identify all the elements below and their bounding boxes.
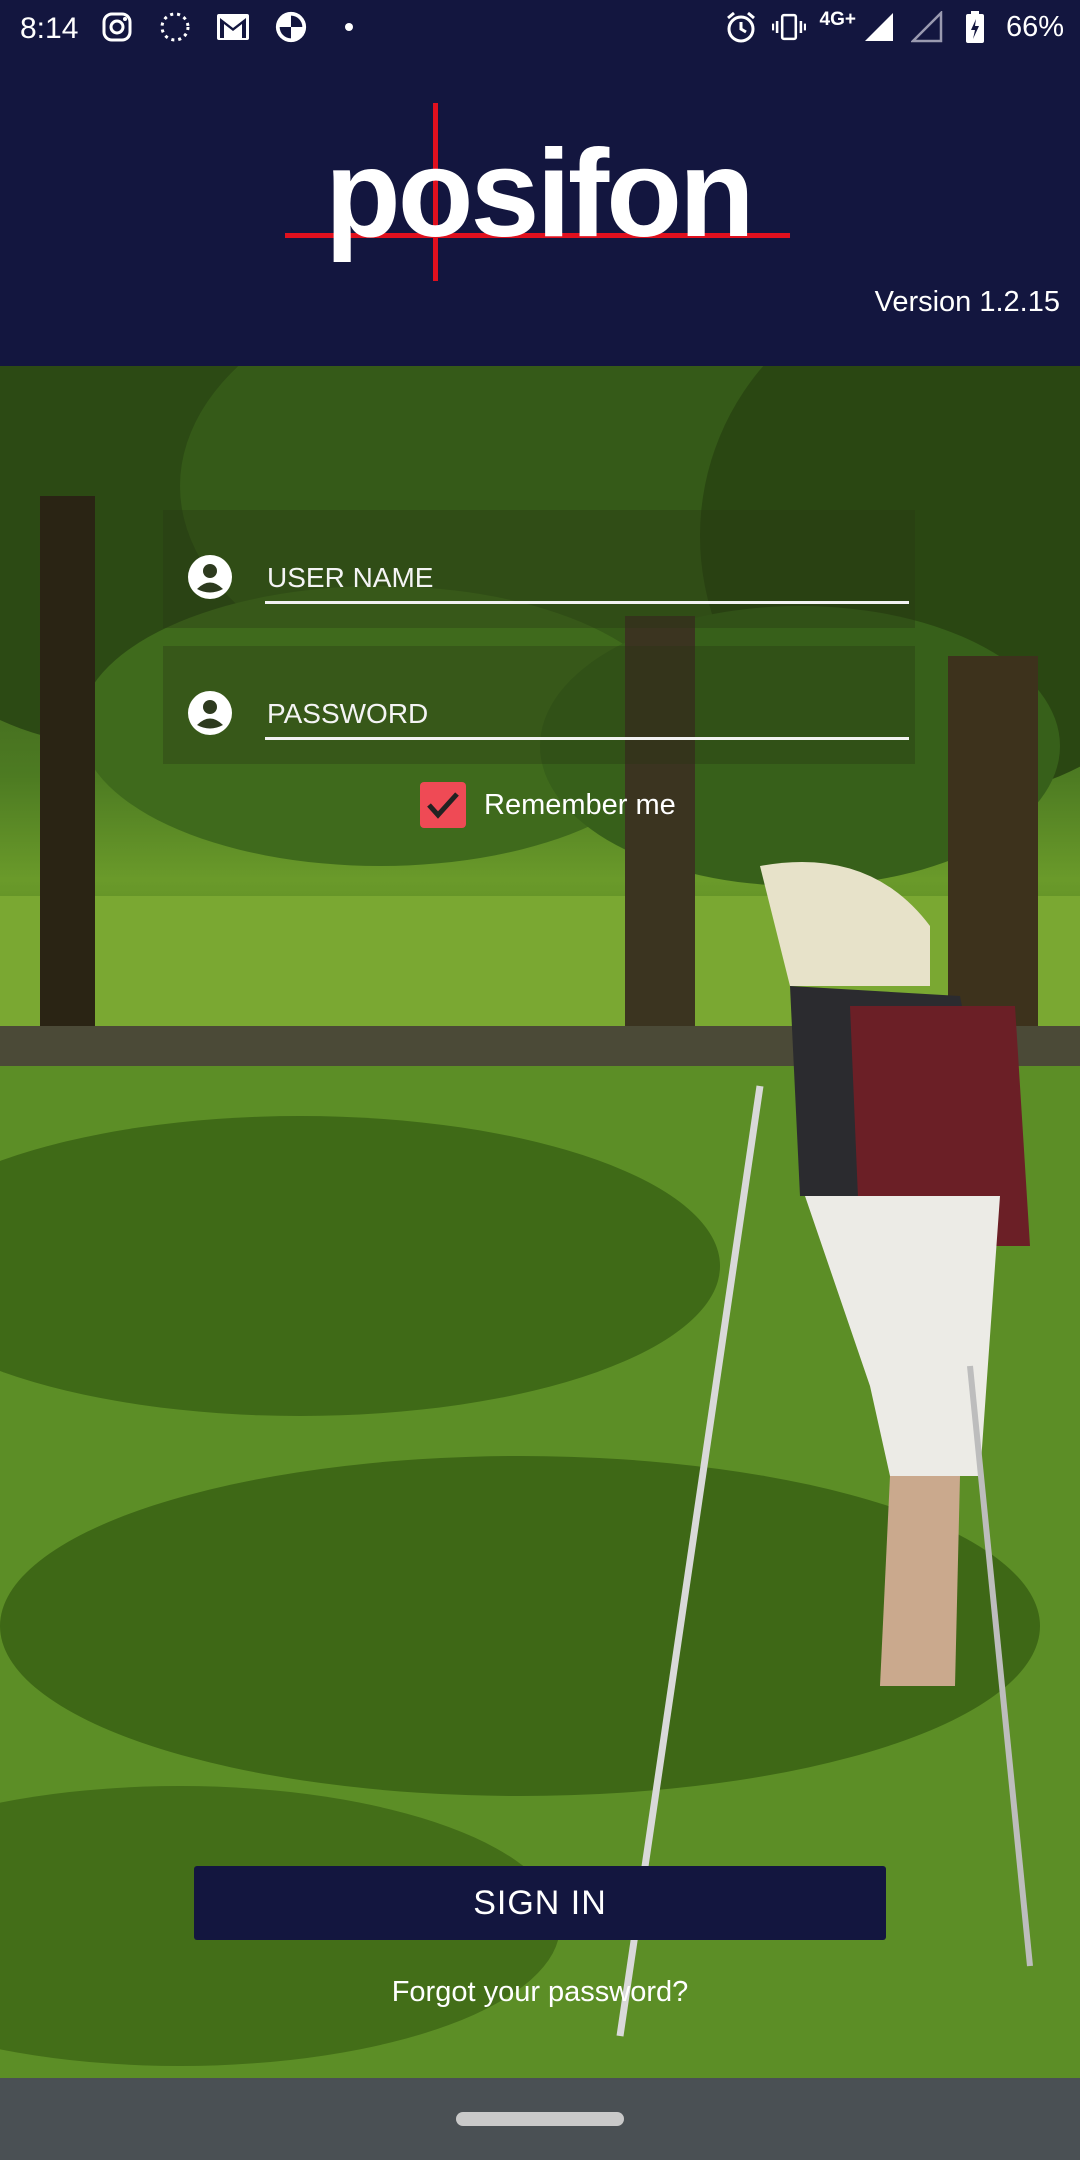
network-type: 4G+ [819,9,856,30]
status-time: 8:14 [20,12,79,45]
navigation-bar [0,2078,1080,2160]
sign-in-button[interactable]: SIGN IN [194,1866,886,1940]
password-input[interactable] [265,684,909,740]
home-gesture-handle[interactable] [456,2112,624,2126]
version-label: Version 1.2.15 [874,286,1060,318]
logo-text: posifon [325,125,755,263]
status-bar: 8:14 4G+ 66% [0,0,1080,60]
dot-icon [332,10,366,44]
vibrate-icon [771,10,806,44]
account-circle-icon [187,690,233,736]
system-icons: 4G+ 66% [724,9,1064,44]
instagram-icon [100,10,134,44]
remember-me-checkbox[interactable] [420,782,466,828]
username-input[interactable] [265,548,909,604]
loading-dots-icon [158,10,192,44]
signal-empty-icon [910,10,944,44]
notification-icons [100,10,366,44]
account-circle-icon [187,554,233,600]
forgot-password-link[interactable]: Forgot your password? [0,1976,1080,2009]
signal-icon [862,10,896,44]
remember-me[interactable]: Remember me [420,782,676,828]
shutter-icon [274,10,308,44]
remember-me-label: Remember me [484,788,676,821]
battery-percentage: 66% [1005,10,1064,43]
password-row [163,646,915,764]
checkmark-icon [427,792,459,819]
gmail-icon [216,10,250,44]
alarm-icon [724,10,758,44]
battery-charging-icon [958,10,992,44]
app-header: posifon Version 1.2.15 [0,60,1080,366]
posifon-logo: posifon [285,103,790,283]
username-row [163,510,915,628]
